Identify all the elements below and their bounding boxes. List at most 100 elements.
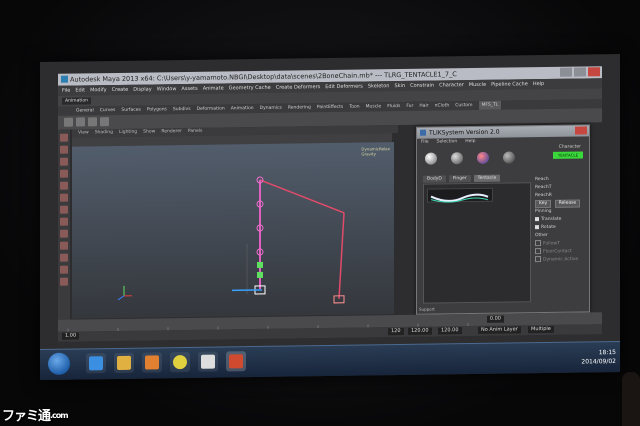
move-tool-icon[interactable] (60, 169, 68, 178)
menu-geometry-cache[interactable]: Geometry Cache (229, 83, 271, 94)
shelf-tab-toon[interactable]: Toon (349, 103, 359, 112)
layout-single-icon[interactable] (60, 217, 68, 226)
shelf-tab-hair[interactable]: Hair (419, 102, 428, 111)
menu-pipeline-cache[interactable]: Pipeline Cache (491, 79, 528, 90)
mode-selector[interactable]: Animation (62, 97, 91, 105)
tlik-menu-file[interactable]: File (421, 139, 429, 147)
start-button[interactable] (48, 352, 70, 375)
playback-end-field[interactable]: 120.00 (438, 327, 462, 335)
viewport-menu-panels[interactable]: Panels (188, 128, 202, 136)
current-time-field[interactable]: 0.00 (486, 315, 504, 323)
menu-skin[interactable]: Skin (394, 81, 405, 91)
menu-file[interactable]: File (62, 86, 70, 96)
shelf-tab-subdivs[interactable]: Subdivs (173, 105, 191, 114)
viewport-menu-shading[interactable]: Shading (95, 129, 113, 137)
select-tool-icon[interactable] (60, 133, 68, 142)
tentacle-curve-icon (430, 193, 489, 203)
manipulator-icon[interactable] (60, 205, 68, 214)
shelf-tool-icon[interactable] (64, 117, 73, 127)
tab-bodyd[interactable]: BodyD (423, 175, 446, 183)
close-button[interactable] (588, 67, 600, 77)
shelf-tab-fur[interactable]: Fur (406, 102, 413, 111)
menu-window[interactable]: Window (157, 84, 177, 94)
end-time-field[interactable]: 120.00 (408, 327, 432, 335)
layout-split-icon[interactable] (60, 241, 68, 250)
maximize-button[interactable] (574, 67, 586, 77)
shelf-tab-mfs-tl[interactable]: MFS_TL (478, 100, 502, 110)
shelf-tab-dynamics[interactable]: Dynamics (260, 104, 282, 113)
shelf-tab-surfaces[interactable]: Surfaces (121, 106, 141, 115)
taskbar-powerpoint[interactable] (226, 351, 246, 372)
taskbar-maya[interactable] (198, 351, 218, 372)
scale-tool-icon[interactable] (60, 193, 68, 202)
sphere-icon[interactable] (425, 152, 437, 165)
perspective-layout-icon[interactable] (60, 277, 68, 286)
menu-create[interactable]: Create (112, 85, 129, 95)
taskbar-clock[interactable]: 18:15 2014/09/02 (581, 348, 616, 366)
system-tray[interactable] (516, 356, 576, 365)
shelf-tab-polygons[interactable]: Polygons (147, 105, 167, 114)
menu-skeleton[interactable]: Skeleton (368, 81, 390, 91)
support-button[interactable]: Support (419, 307, 435, 312)
green-joint-marker[interactable] (257, 261, 263, 269)
viewport-menu-lighting[interactable]: Lighting (119, 129, 137, 137)
rotate-tool-icon[interactable] (60, 181, 68, 190)
shelf-tab-curves[interactable]: Curves (100, 106, 116, 115)
sphere-icon[interactable] (477, 151, 489, 164)
shelf-tab-deformation[interactable]: Deformation (197, 104, 225, 113)
paint-select-icon[interactable] (60, 157, 68, 166)
graph-layout-icon[interactable] (60, 265, 68, 274)
range-end-label: 120 (388, 327, 404, 336)
menu-edit-deformers[interactable]: Edit Deformers (325, 82, 363, 93)
3d-viewport[interactable]: DynamicRelax Gravity (72, 142, 394, 319)
character-set-field[interactable]: Multiple (528, 325, 554, 334)
menu-animate[interactable]: Animate (203, 83, 224, 93)
minimize-button[interactable] (560, 67, 572, 77)
tab-tentacle[interactable]: Tentacle (473, 174, 501, 182)
menu-create-deformers[interactable]: Create Deformers (276, 82, 321, 93)
tab-finger[interactable]: Finger (448, 175, 471, 183)
tlik-close-button[interactable] (575, 126, 587, 135)
shelf-tab-general[interactable]: General (76, 106, 94, 115)
taskbar-ie[interactable] (86, 353, 106, 374)
menu-modify[interactable]: Modify (90, 85, 107, 95)
shelf-tab-custom[interactable]: Custom (455, 101, 472, 110)
menu-help[interactable]: Help (533, 79, 544, 89)
menu-constrain[interactable]: Constrain (410, 81, 434, 91)
menu-display[interactable]: Display (133, 84, 151, 94)
shelf-tab-animation[interactable]: Animation (231, 104, 254, 113)
shelf-tool-icon[interactable] (100, 117, 109, 127)
shelf-tab-fluids[interactable]: Fluids (387, 102, 400, 111)
tlik-menu-help[interactable]: Help (465, 138, 475, 146)
key-button[interactable]: Key (535, 199, 552, 209)
start-time-field[interactable]: 1.00 (62, 332, 80, 340)
shelf-tab-painteffects[interactable]: PaintEffects (317, 103, 343, 112)
dynamic-active-checkbox[interactable]: Dynamic Active (535, 255, 585, 264)
sphere-icon[interactable] (503, 151, 515, 164)
shelf-tool-icon[interactable] (88, 117, 97, 127)
taskbar-chrome[interactable] (170, 351, 190, 373)
viewport-menu-show[interactable]: Show (143, 128, 155, 136)
release-button[interactable]: Release (554, 199, 581, 208)
sphere-icon[interactable] (451, 152, 463, 165)
menu-edit[interactable]: Edit (75, 85, 85, 95)
tentacle-preview[interactable] (427, 187, 493, 203)
character-field[interactable]: TENTACLE (553, 151, 583, 159)
lasso-tool-icon[interactable] (60, 145, 68, 154)
anim-layer-field[interactable]: No Anim Layer (478, 326, 521, 334)
shelf-tool-icon[interactable] (76, 117, 85, 127)
taskbar-explorer[interactable] (114, 352, 134, 374)
viewport-menu-view[interactable]: View (78, 129, 89, 137)
viewport-scene (117, 176, 345, 304)
famitsu-watermark: ファミ通.com (2, 405, 69, 424)
shelf-tab-rendering[interactable]: Rendering (288, 103, 311, 112)
outliner-layout-icon[interactable] (60, 253, 68, 262)
green-joint-marker[interactable] (257, 271, 263, 279)
taskbar-media-player[interactable] (142, 352, 162, 373)
layout-four-icon[interactable] (60, 229, 68, 238)
shelf-tab-ncloth[interactable]: nCloth (435, 101, 450, 110)
menu-assets[interactable]: Assets (181, 84, 197, 94)
menu-character[interactable]: Character (439, 80, 464, 90)
menu-muscle[interactable]: Muscle (469, 80, 486, 90)
shelf-tab-muscle[interactable]: Muscle (366, 102, 382, 111)
